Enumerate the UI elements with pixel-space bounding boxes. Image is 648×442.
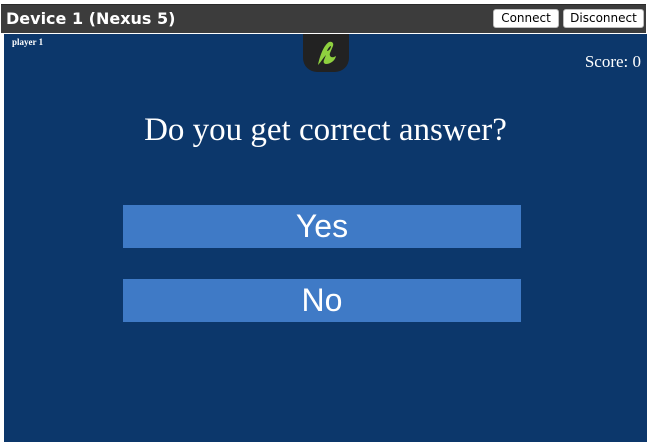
player-label: player 1 [12,37,44,47]
window-titlebar: Device 1 (Nexus 5) Connect Disconnect [0,0,648,34]
no-button[interactable]: No [123,279,521,322]
score-text: Score: 0 [584,52,641,71]
titlebar-bar: Device 1 (Nexus 5) Connect Disconnect [1,4,646,33]
disconnect-button[interactable]: Disconnect [563,9,644,28]
airconsole-logo-icon [303,34,349,72]
window-title: Device 1 (Nexus 5) [6,9,176,28]
yes-button[interactable]: Yes [123,205,521,248]
connect-button[interactable]: Connect [493,9,559,28]
question-text: Do you get correct answer? [144,112,507,148]
device-window: Device 1 (Nexus 5) Connect Disconnect pl… [0,0,648,442]
device-screen: player 1 Score: 0 Do you get correct ans… [4,34,647,442]
